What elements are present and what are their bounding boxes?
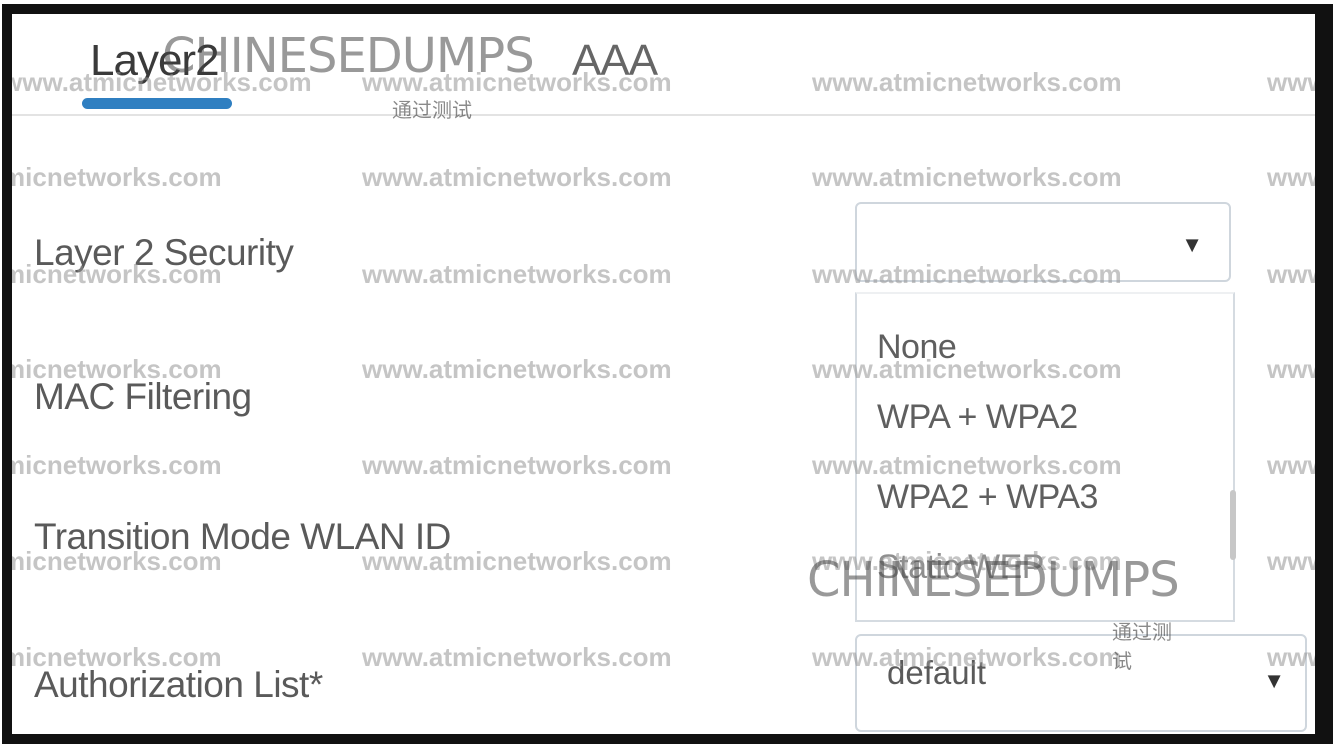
watermark-text: www.atmicnetworks.com — [362, 162, 672, 192]
active-tab-indicator — [82, 98, 232, 109]
watermark-text: www.atmicnetworks.com — [1267, 450, 1327, 480]
tab-aaa[interactable]: AAA — [572, 36, 658, 86]
watermark-text: www.atmicnetworks.com — [1267, 546, 1327, 576]
option-wpa2-wpa3[interactable]: WPA2 + WPA3 — [877, 478, 1098, 517]
tab-bar: Layer2 AAA — [12, 14, 1315, 116]
wlan-security-panel: Layer2 AAA Layer 2 Security ▼ None WPA +… — [2, 4, 1333, 744]
watermark-text: www.atmicnetworks.com — [1267, 354, 1327, 384]
option-none[interactable]: None — [877, 328, 957, 367]
watermark-text: www.atmicnetworks.com — [2, 450, 222, 480]
watermark-text: www.atmicnetworks.com — [362, 450, 672, 480]
watermark-text: www.atmicnetworks.com — [2, 162, 222, 192]
caret-down-icon: ▼ — [1181, 232, 1203, 257]
transition-mode-wlan-id-label: Transition Mode WLAN ID — [34, 516, 451, 557]
watermark-text: www.atmicnetworks.com — [362, 354, 672, 384]
option-static-wep[interactable]: Static WEP — [877, 548, 1044, 587]
watermark-text: www.atmicnetworks.com — [362, 642, 672, 672]
layer2-security-label: Layer 2 Security — [34, 232, 294, 273]
caret-down-icon: ▼ — [1263, 668, 1285, 693]
authorization-list-select[interactable]: default ▼ — [855, 634, 1307, 732]
dropdown-scrollbar[interactable] — [1230, 490, 1236, 560]
watermark-text: www.atmicnetworks.com — [1267, 162, 1327, 192]
option-wpa-wpa2[interactable]: WPA + WPA2 — [877, 398, 1078, 437]
authorization-list-label: Authorization List* — [34, 664, 323, 705]
watermark-text: www.atmicnetworks.com — [362, 259, 672, 289]
layer2-security-select[interactable]: ▼ — [855, 202, 1231, 282]
watermark-text: www.atmicnetworks.com — [1267, 259, 1327, 289]
watermark-text: www.atmicnetworks.com — [812, 162, 1122, 192]
tab-layer2[interactable]: Layer2 — [90, 36, 220, 86]
mac-filtering-label: MAC Filtering — [34, 376, 252, 417]
layer2-security-dropdown: None WPA + WPA2 WPA2 + WPA3 Static WEP — [855, 292, 1236, 622]
authorization-list-value: default — [887, 654, 987, 691]
